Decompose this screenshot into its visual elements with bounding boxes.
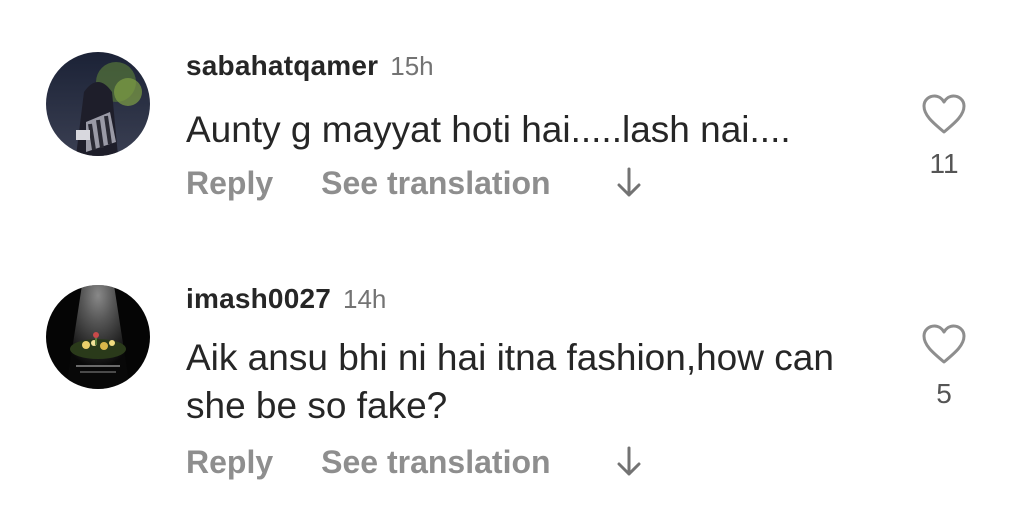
avatar-image <box>46 52 150 156</box>
down-arrow-icon[interactable] <box>615 163 643 203</box>
avatar-image <box>46 285 150 389</box>
reply-button[interactable]: Reply <box>186 165 273 202</box>
comment-timestamp: 15h <box>390 51 434 81</box>
heart-outline-icon[interactable] <box>920 92 968 136</box>
like-control: 11 <box>916 92 972 180</box>
see-translation-button[interactable]: See translation <box>321 444 550 481</box>
heart-outline-icon[interactable] <box>920 322 968 366</box>
comment-timestamp: 14h <box>343 284 387 314</box>
comment-text: Aunty g mayyat hoti hai.....lash nai.... <box>186 109 791 150</box>
reply-button[interactable]: Reply <box>186 444 273 481</box>
down-arrow-icon[interactable] <box>615 442 643 482</box>
avatar[interactable] <box>46 285 150 389</box>
avatar[interactable] <box>46 52 150 156</box>
comment-item: sabahatqamer 15h Aunty g mayyat hoti hai… <box>0 0 1024 250</box>
comment-username[interactable]: imash0027 <box>186 283 331 315</box>
like-count: 11 <box>929 148 959 179</box>
see-translation-button[interactable]: See translation <box>321 165 550 202</box>
comment-username[interactable]: sabahatqamer <box>186 50 378 82</box>
like-count: 5 <box>936 378 952 409</box>
comment-text: Aik ansu bhi ni hai itna fashion,how can… <box>186 337 834 426</box>
like-control: 5 <box>916 322 972 410</box>
comment-item: imash0027 14h Aik ansu bhi ni hai itna f… <box>0 250 1024 506</box>
